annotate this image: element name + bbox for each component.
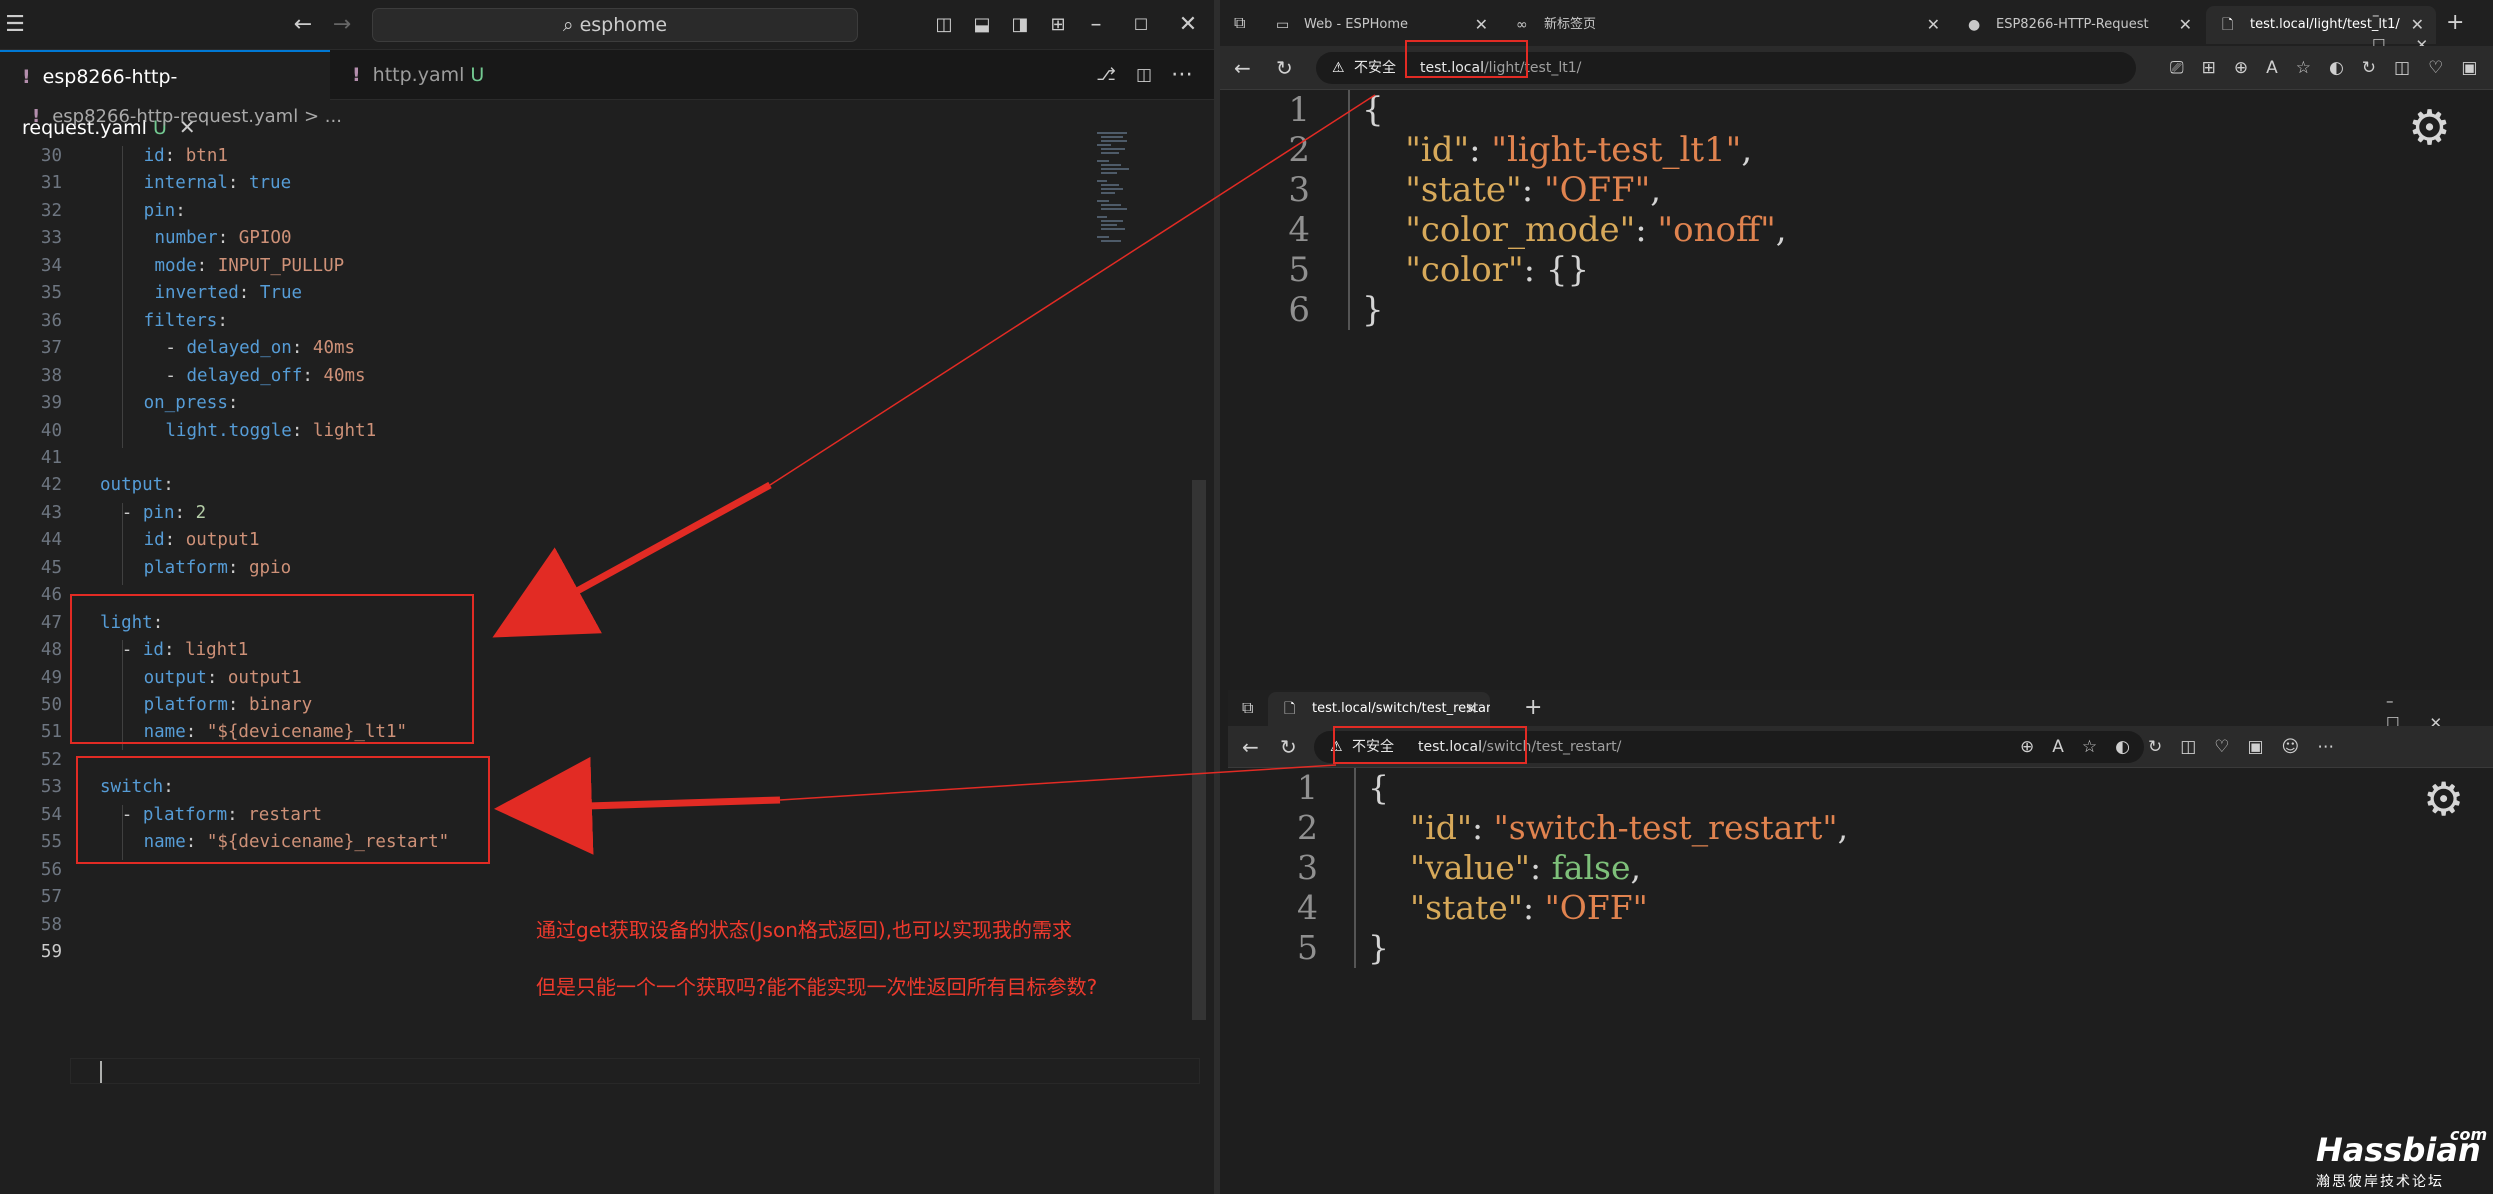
screen: ☰ ← → ⌕ esphome ◫ ⬓ ◨ ⊞ – ☐ ✕ ! esp8266-ht…	[0, 0, 2493, 1194]
thin-arrow-line-light	[769, 94, 1376, 486]
arrow-to-light	[492, 481, 772, 638]
thin-arrow-line-switch	[779, 764, 1337, 801]
hassbian-watermark: Hassbian com 瀚思彼岸技术论坛	[2310, 1125, 2490, 1193]
annotation-arrows	[492, 94, 1376, 855]
watermark-com: com	[2450, 1125, 2488, 1144]
arrow-to-switch	[494, 756, 781, 855]
watermark-tagline: 瀚思彼岸技术论坛	[2316, 1174, 2444, 1190]
